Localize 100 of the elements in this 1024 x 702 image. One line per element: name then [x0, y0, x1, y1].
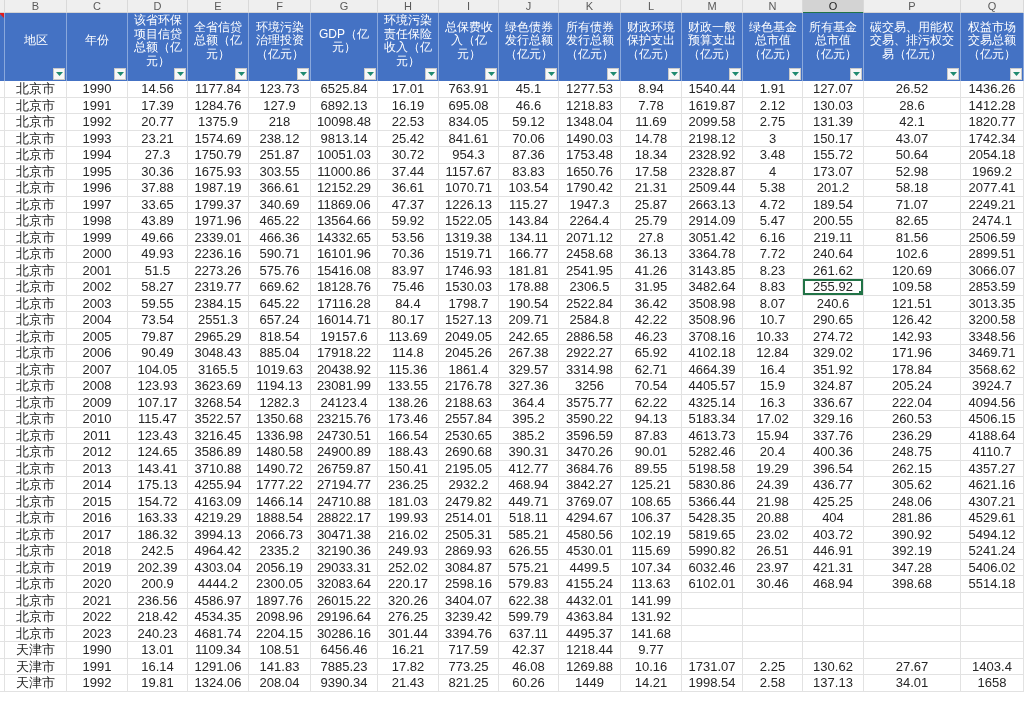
table-cell: 3013.35 — [961, 295, 1024, 312]
table-cell — [961, 609, 1024, 626]
table-cell: 62.71 — [621, 361, 682, 378]
table-cell: 59.92 — [378, 213, 439, 230]
table-cell: 1449 — [559, 675, 621, 692]
table-cell: 24710.88 — [311, 493, 378, 510]
table-cell: 141.83 — [249, 658, 311, 675]
table-cell: 3586.89 — [188, 444, 249, 461]
table-cell: 103.54 — [499, 180, 559, 197]
table-cell: 2663.13 — [682, 196, 743, 213]
table-cell: 3842.27 — [559, 477, 621, 494]
filter-button[interactable] — [485, 68, 497, 80]
filter-button[interactable] — [114, 68, 126, 80]
table-cell: 49.66 — [128, 229, 188, 246]
filter-button[interactable] — [850, 68, 862, 80]
table-cell: 324.87 — [803, 378, 864, 395]
table-cell: 188.43 — [378, 444, 439, 461]
table-cell: 6525.84 — [311, 81, 378, 98]
filter-button[interactable] — [174, 68, 186, 80]
table-cell: 2551.3 — [188, 312, 249, 329]
table-cell: 28822.17 — [311, 510, 378, 527]
table-cell: 65.92 — [621, 345, 682, 362]
filter-button[interactable] — [425, 68, 437, 80]
table-cell: 834.05 — [439, 114, 499, 131]
table-cell: 137.13 — [803, 675, 864, 692]
caret-icon — [237, 72, 245, 76]
table-cell: 1995 — [67, 163, 128, 180]
table-cell: 3 — [743, 130, 803, 147]
table-cell: 49.93 — [128, 246, 188, 263]
table-cell: 87.36 — [499, 147, 559, 164]
table-cell: 17.02 — [743, 411, 803, 428]
table-cell: 1350.68 — [249, 411, 311, 428]
table-cell: 236.56 — [128, 592, 188, 609]
table-cell: 1412.28 — [961, 97, 1024, 114]
fill-handle-icon[interactable] — [859, 290, 863, 295]
table-cell: 4110.7 — [961, 444, 1024, 461]
table-cell: 138.26 — [378, 394, 439, 411]
table-cell: 4163.09 — [188, 493, 249, 510]
table-cell: 1319.38 — [439, 229, 499, 246]
table-cell: 20438.92 — [311, 361, 378, 378]
table-cell: 4303.04 — [188, 559, 249, 576]
table-cell: 102.6 — [864, 246, 961, 263]
table-cell: 36.61 — [378, 180, 439, 197]
table-cell: 1490.72 — [249, 460, 311, 477]
table-cell: 2016 — [67, 510, 128, 527]
filter-button[interactable] — [789, 68, 801, 80]
table-cell: 290.65 — [803, 312, 864, 329]
table-cell: 1436.26 — [961, 81, 1024, 98]
table-cell: 89.55 — [621, 460, 682, 477]
table-cell: 3508.96 — [682, 312, 743, 329]
table-cell: 113.63 — [621, 576, 682, 593]
table-cell: 425.25 — [803, 493, 864, 510]
filter-button[interactable] — [607, 68, 619, 80]
filter-button[interactable] — [729, 68, 741, 80]
table-cell: 5819.65 — [682, 526, 743, 543]
filter-button[interactable] — [53, 68, 65, 80]
table-cell: 1746.93 — [439, 262, 499, 279]
table-cell: 1742.34 — [961, 130, 1024, 147]
table-cell: 599.79 — [499, 609, 559, 626]
filter-button[interactable] — [1010, 68, 1022, 80]
table-cell: 2015 — [67, 493, 128, 510]
table-cell: 115.36 — [378, 361, 439, 378]
column-letter[interactable]: O — [803, 0, 864, 14]
table-cell: 北京市 — [5, 328, 67, 345]
table-cell: 2000 — [67, 246, 128, 263]
filter-button[interactable] — [297, 68, 309, 80]
table-cell: 518.11 — [499, 510, 559, 527]
table-cell: 北京市 — [5, 477, 67, 494]
table-cell: 15.9 — [743, 378, 803, 395]
table-cell: 59.12 — [499, 114, 559, 131]
filter-button[interactable] — [235, 68, 247, 80]
table-cell: 6032.46 — [682, 559, 743, 576]
table-cell: 2020 — [67, 576, 128, 593]
caret-icon — [55, 72, 63, 76]
table-cell: 238.12 — [249, 130, 311, 147]
table-cell: 885.04 — [249, 345, 311, 362]
table-cell: 2264.4 — [559, 213, 621, 230]
table-cell: 1888.54 — [249, 510, 311, 527]
table-cell: 2018 — [67, 543, 128, 560]
table-cell: 4102.18 — [682, 345, 743, 362]
table-cell: 73.54 — [128, 312, 188, 329]
table-cell: 626.55 — [499, 543, 559, 560]
table-cell: 4363.84 — [559, 609, 621, 626]
table-cell: 208.04 — [249, 675, 311, 692]
table-cell: 114.8 — [378, 345, 439, 362]
table-cell: 236.29 — [864, 427, 961, 444]
table-cell: 53.56 — [378, 229, 439, 246]
table-cell: 2319.77 — [188, 279, 249, 296]
filter-button[interactable] — [545, 68, 557, 80]
table-cell: 29033.31 — [311, 559, 378, 576]
filter-button[interactable] — [947, 68, 959, 80]
table-cell: 36.42 — [621, 295, 682, 312]
table-cell: 220.17 — [378, 576, 439, 593]
table-cell: 4307.21 — [961, 493, 1024, 510]
table-cell: 242.5 — [128, 543, 188, 560]
filter-button[interactable] — [668, 68, 680, 80]
table-cell: 5428.35 — [682, 510, 743, 527]
table-cell: 236.25 — [378, 477, 439, 494]
filter-button[interactable] — [364, 68, 376, 80]
table-cell: 274.72 — [803, 328, 864, 345]
